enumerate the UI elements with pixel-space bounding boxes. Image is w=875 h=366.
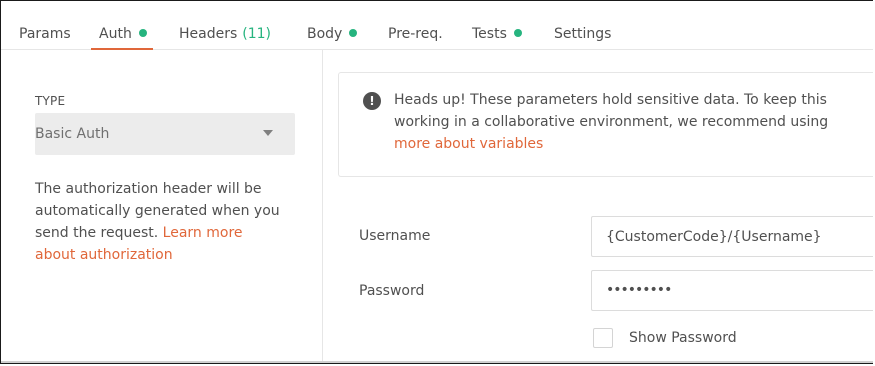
sensitive-data-alert: ! Heads up! These parameters hold sensit… [338,72,873,177]
username-label: Username [359,228,431,244]
tab-params[interactable]: Params [19,1,71,49]
auth-description: The authorization header will be automat… [35,181,280,263]
type-label: TYPE [35,94,66,108]
tab-pre-request[interactable]: Pre-req. [388,1,443,49]
username-field[interactable]: {CustomerCode}/{Username} [591,216,873,257]
show-password-checkbox[interactable] [593,328,613,348]
auth-form-panel: ! Heads up! These parameters hold sensit… [323,50,873,363]
tab-settings[interactable]: Settings [554,1,611,49]
auth-type-panel: TYPE Basic Auth The authorization header… [1,50,323,363]
variables-link[interactable]: more about variables [394,133,873,155]
auth-panel: Params Auth Headers (11) Body Pre-req. Te… [0,0,873,364]
tab-auth[interactable]: Auth [91,1,153,50]
tab-headers-count: (11) [242,26,272,42]
tab-status-dot [349,29,358,37]
show-password-label: Show Password [629,330,737,346]
tab-body[interactable]: Body [307,1,358,49]
tab-status-dot [513,29,522,37]
bottom-divider [1,361,873,363]
alert-text: Heads up! These parameters hold sensitiv… [394,89,873,155]
tab-status-dot [138,29,147,37]
auth-type-value: Basic Auth [35,126,110,142]
tab-headers[interactable]: Headers (11) [179,1,271,49]
auth-type-select[interactable]: Basic Auth [35,113,295,155]
password-label: Password [359,283,425,299]
alert-icon: ! [363,92,381,110]
tab-tests[interactable]: Tests [472,1,522,49]
chevron-down-icon [263,130,273,136]
password-field[interactable]: ••••••••• [591,270,873,311]
request-tabs: Params Auth Headers (11) Body Pre-req. Te… [1,1,873,50]
